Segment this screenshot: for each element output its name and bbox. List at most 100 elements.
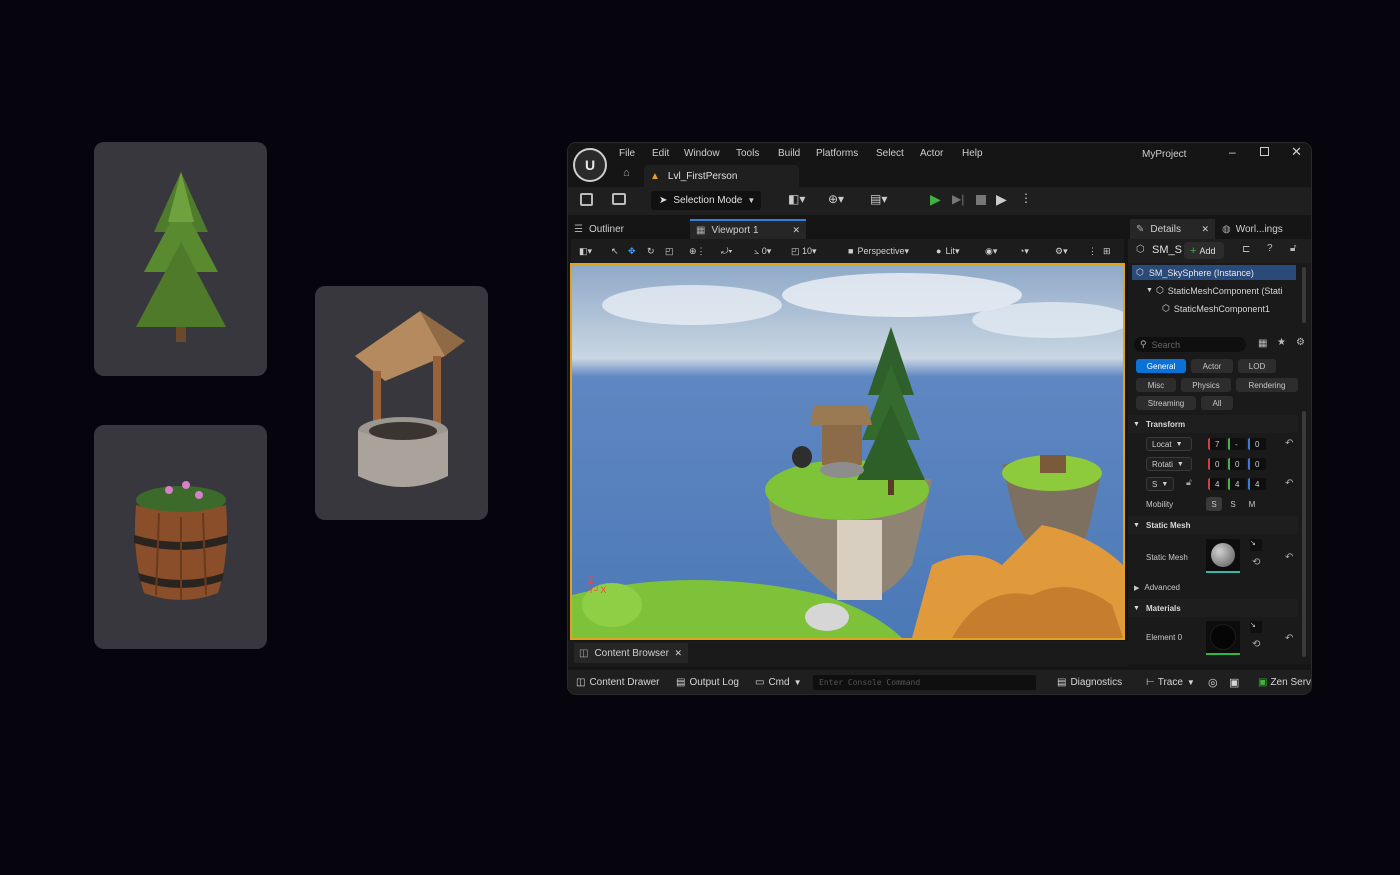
scale-dropdown[interactable]: S ▼ [1146, 477, 1174, 491]
reset-mesh-icon[interactable]: ↶ [1285, 552, 1293, 563]
asset-card-well[interactable] [315, 286, 488, 520]
stop-icon[interactable] [976, 195, 986, 205]
mobility-static[interactable]: S [1206, 497, 1222, 511]
blueprint-convert-icon[interactable]: ⊏ [1242, 244, 1250, 255]
material-use-icon[interactable]: ⟲ [1252, 639, 1260, 650]
mesh-use-icon[interactable]: ⟲ [1252, 557, 1260, 568]
details-search[interactable]: ⚲ Search [1134, 337, 1246, 352]
location-x[interactable]: 7 [1208, 438, 1226, 450]
static-mesh-thumbnail[interactable] [1206, 539, 1240, 573]
menu-edit[interactable]: Edit [652, 148, 669, 159]
select-arrow-icon[interactable]: ↖ [611, 242, 619, 260]
save-icon[interactable] [580, 193, 593, 206]
rotate-icon[interactable]: ↻ [647, 242, 655, 260]
filter-misc[interactable]: Misc [1136, 378, 1176, 392]
asset-card-barrel[interactable] [94, 425, 267, 649]
location-z[interactable]: 0 [1248, 438, 1266, 450]
reset-material-icon[interactable]: ↶ [1285, 633, 1293, 644]
maximize-icon[interactable] [1260, 147, 1269, 156]
advanced-toggle[interactable]: ▶ Advanced [1134, 583, 1180, 592]
lit-dropdown[interactable]: ● Lit ▾ [936, 242, 959, 260]
scale-x[interactable]: 4 [1208, 478, 1226, 490]
scale-y[interactable]: 4 [1228, 478, 1246, 490]
menu-help[interactable]: Help [962, 148, 983, 159]
tree-item-mesh1[interactable]: ⬡ StaticMeshComponent1 [1162, 301, 1300, 316]
mobility-stationary[interactable]: S [1225, 497, 1241, 511]
close-tab-icon[interactable]: ✕ [792, 225, 800, 236]
tree-item-root[interactable]: ⬡ SM_SkySphere (Instance) [1132, 265, 1296, 280]
transform-section-header[interactable]: ▼ Transform [1128, 415, 1298, 433]
diagnostics-button[interactable]: ▤ Diagnostics [1057, 677, 1122, 688]
details-settings-icon[interactable]: ⚙ [1296, 337, 1305, 348]
materials-section-header[interactable]: ▼ Materials [1128, 599, 1298, 617]
rotation-x[interactable]: 0 [1208, 458, 1226, 470]
material-thumbnail[interactable] [1206, 621, 1240, 655]
table-view-icon[interactable]: ▦ [1258, 338, 1267, 349]
tab-world-settings[interactable]: ◍ Worl...ings [1222, 219, 1310, 239]
reset-location-icon[interactable]: ↶ [1285, 438, 1293, 449]
selection-mode-dropdown[interactable]: ➤ Selection Mode ▼ [651, 191, 761, 210]
more-options-icon[interactable]: ⋮ [1020, 191, 1032, 205]
rotation-snap-icon[interactable]: ⦣ 0 ▾ [754, 242, 771, 260]
add-component-button[interactable]: + Add [1184, 242, 1224, 259]
menu-platforms[interactable]: Platforms [816, 148, 858, 159]
filter-lod[interactable]: LOD [1238, 359, 1276, 373]
surface-snap-icon[interactable]: ⤾▾ [721, 242, 732, 260]
details-scrollbar[interactable] [1302, 411, 1306, 657]
level-tab[interactable]: ▲ Lvl_FirstPerson [644, 165, 799, 187]
menu-file[interactable]: File [619, 148, 635, 159]
location-y[interactable]: - [1228, 438, 1246, 450]
rotation-z[interactable]: 0 [1248, 458, 1266, 470]
mobility-movable[interactable]: M [1244, 497, 1260, 511]
content-drawer-button[interactable]: ◫ Content Drawer [576, 677, 659, 688]
close-details-icon[interactable]: ✕ [1201, 224, 1209, 235]
viewport-more-icon[interactable]: ⋮ [1088, 242, 1097, 260]
translate-icon[interactable]: ✥ [628, 242, 636, 260]
play-icon[interactable]: ▶ [930, 191, 941, 208]
tab-content-browser[interactable]: ◫ Content Browser ✕ [574, 643, 688, 663]
trace-dropdown[interactable]: ⊢ Trace ▼ [1146, 677, 1195, 688]
tree-item-mesh[interactable]: ▼ ⬡ StaticMeshComponent (Stati [1146, 283, 1298, 298]
tab-viewport[interactable]: ▦ Viewport 1 ✕ [690, 219, 806, 239]
mesh-browse-icon[interactable]: ↘ [1250, 539, 1262, 551]
unreal-logo-icon[interactable]: U [573, 148, 607, 182]
filter-actor[interactable]: Actor [1191, 359, 1233, 373]
home-icon[interactable]: ⌂ [623, 167, 630, 179]
close-content-browser-icon[interactable]: ✕ [674, 648, 682, 659]
lock-icon[interactable]: 🔓︎ [1290, 243, 1296, 254]
material-browse-icon[interactable]: ↘ [1250, 621, 1262, 633]
cinematics-icon[interactable]: ▤▾ [870, 192, 887, 206]
zen-server-button[interactable]: ▣ Zen Serv [1258, 677, 1311, 688]
filter-all[interactable]: All [1201, 396, 1233, 410]
minimize-icon[interactable]: – [1229, 145, 1236, 159]
scale-snap-icon[interactable]: ◰ 10 ▾ [791, 242, 817, 260]
menu-tools[interactable]: Tools [736, 148, 759, 159]
filter-streaming[interactable]: Streaming [1136, 396, 1196, 410]
reset-scale-icon[interactable]: ↶ [1285, 478, 1293, 489]
menu-window[interactable]: Window [684, 148, 720, 159]
menu-select[interactable]: Select [876, 148, 904, 159]
menu-build[interactable]: Build [778, 148, 800, 159]
menu-actor[interactable]: Actor [920, 148, 943, 159]
settings-gear-icon[interactable]: ⚙▾ [1055, 242, 1068, 260]
actor-name[interactable]: SM_S [1152, 244, 1182, 256]
screenshot-icon[interactable]: ▣ [1229, 676, 1239, 689]
location-dropdown[interactable]: Locat ▼ [1146, 437, 1192, 451]
rotation-y[interactable]: 0 [1228, 458, 1246, 470]
favorites-icon[interactable]: ★ [1277, 337, 1286, 348]
record-icon[interactable]: ◎ [1208, 676, 1218, 689]
viewport-scene[interactable]: Z Y┘X [570, 263, 1125, 640]
select-tools-icon[interactable]: ◧▾ [579, 242, 592, 260]
world-local-icon[interactable]: ⊕⋮ [689, 242, 706, 260]
asset-card-tree[interactable] [94, 142, 267, 376]
output-log-button[interactable]: ▤ Output Log [676, 677, 739, 688]
blueprint-icon[interactable]: ⊕▾ [828, 192, 844, 206]
step-icon[interactable]: ▶| [952, 192, 964, 206]
show-icon[interactable]: ◉▾ [985, 242, 997, 260]
scale-z[interactable]: 4 [1248, 478, 1266, 490]
browse-icon[interactable] [612, 193, 626, 205]
static-mesh-section-header[interactable]: ▼ Static Mesh [1128, 516, 1298, 534]
launch-icon[interactable]: ▶ [996, 191, 1007, 208]
cmd-dropdown[interactable]: ▭ Cmd ▼ [755, 677, 802, 688]
tab-details[interactable]: ✎ Details ✕ [1130, 219, 1215, 239]
